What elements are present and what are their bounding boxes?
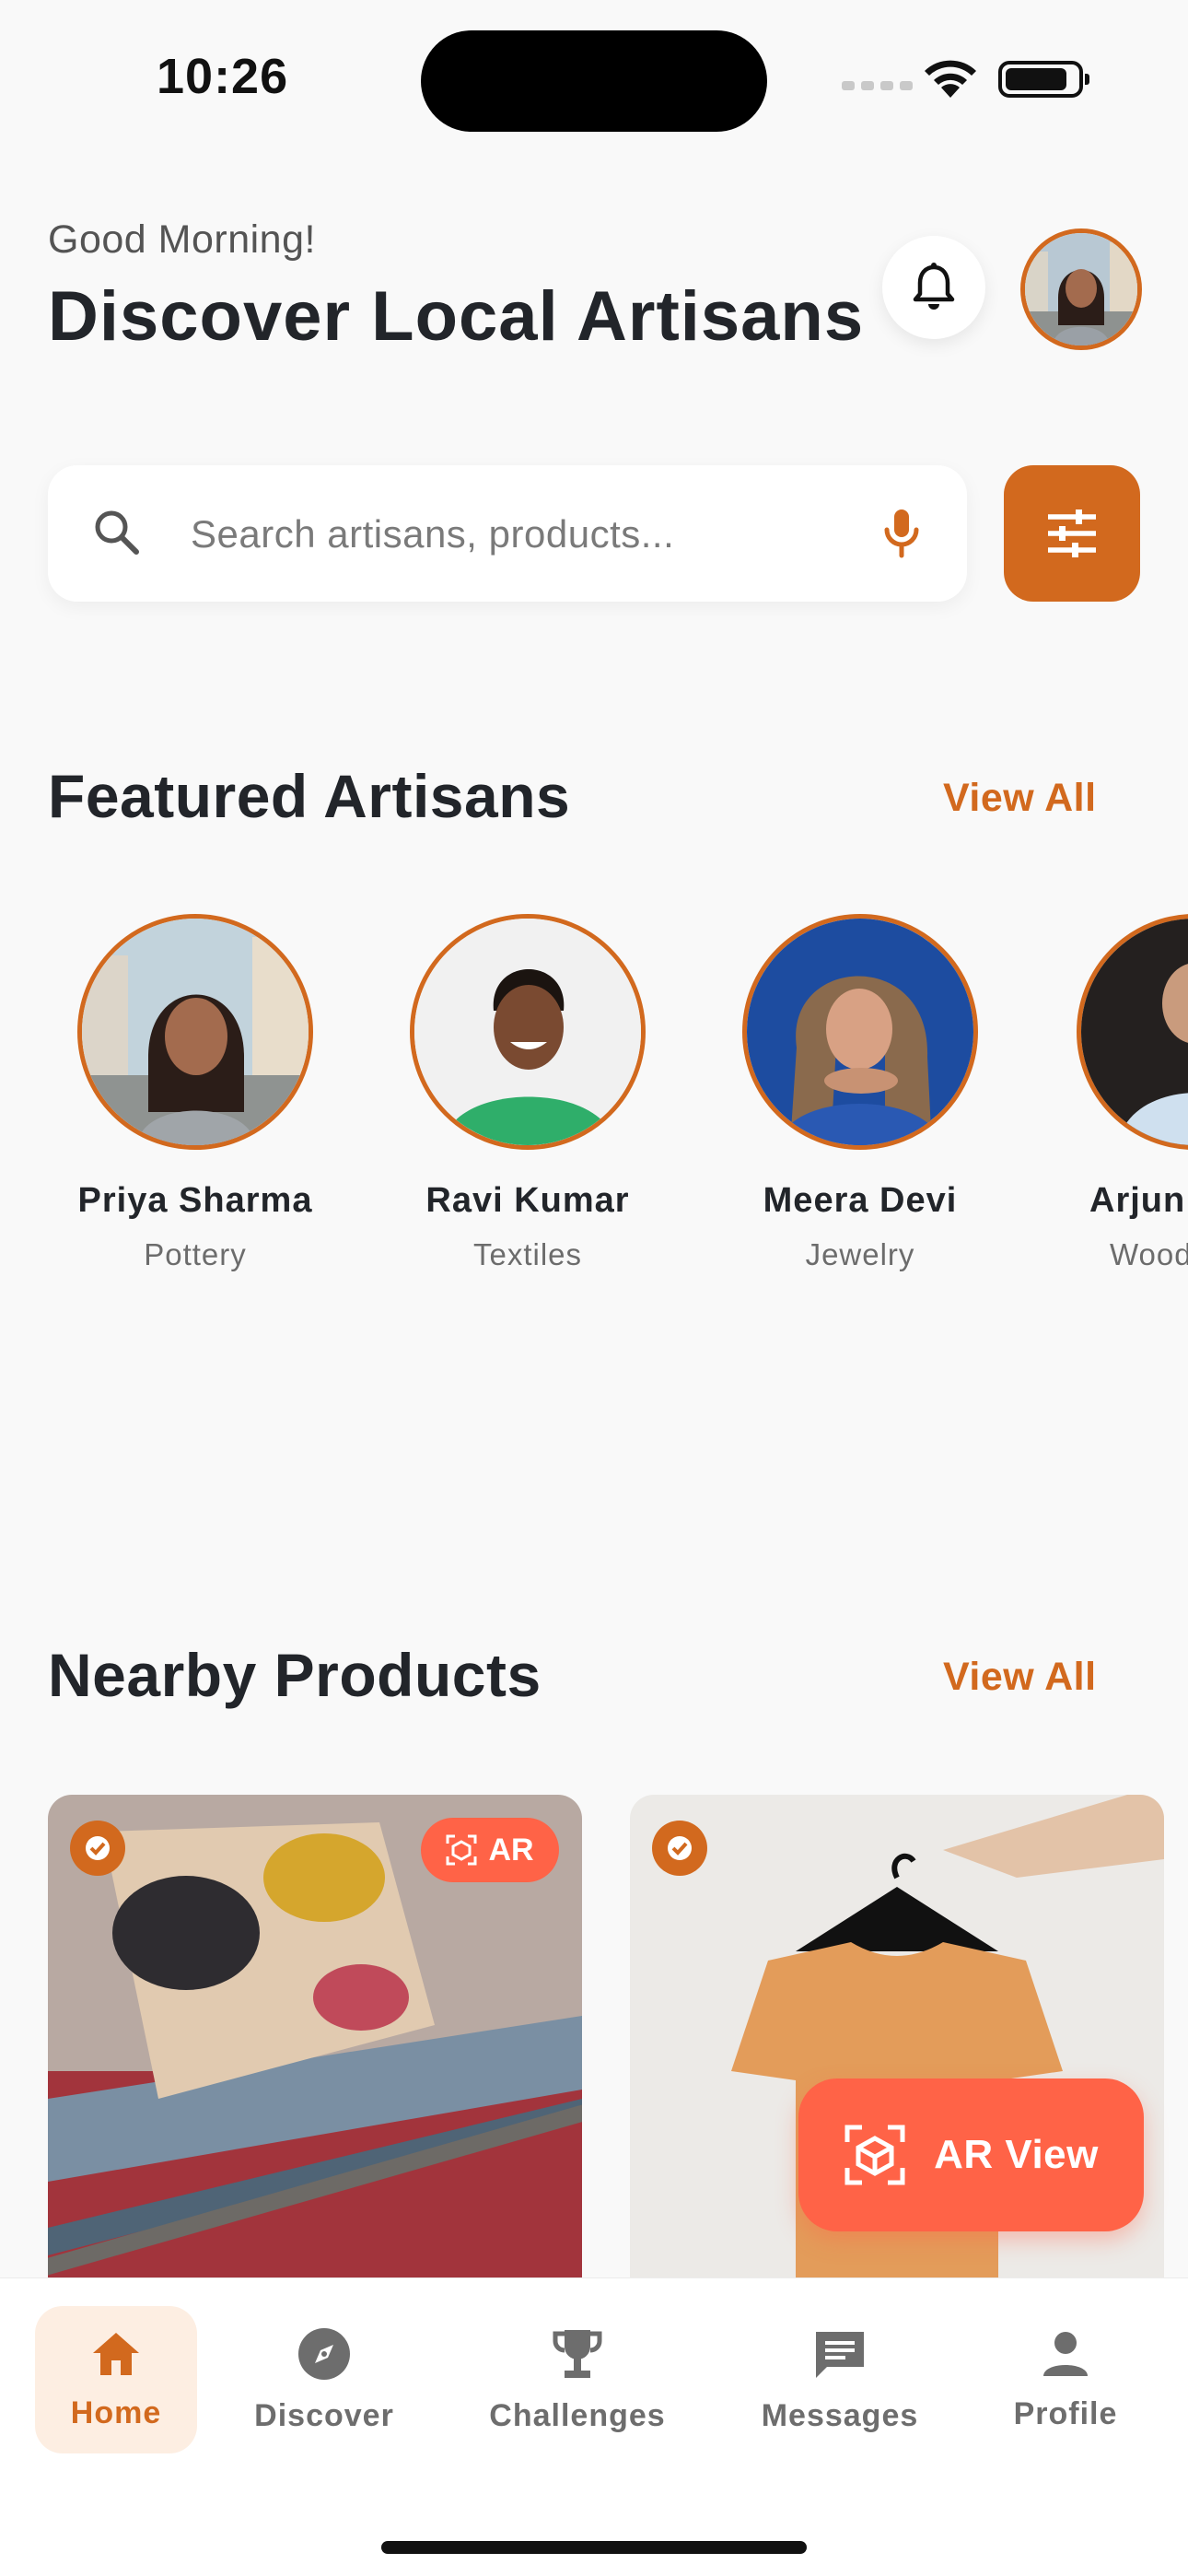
artisan-photo bbox=[77, 914, 313, 1150]
artisan-card[interactable]: Meera Devi Jewelry bbox=[722, 914, 998, 1272]
nav-label: Challenges bbox=[489, 2397, 666, 2433]
featured-view-all-link[interactable]: View All bbox=[943, 776, 1097, 821]
filter-button[interactable] bbox=[1004, 465, 1140, 602]
artisan-card[interactable]: Priya Sharma Pottery bbox=[57, 914, 333, 1272]
page-title: Discover Local Artisans bbox=[48, 277, 865, 356]
greeting-text: Good Morning! bbox=[48, 217, 316, 262]
compass-icon bbox=[298, 2327, 350, 2380]
artisan-craft: Jewelry bbox=[805, 1237, 915, 1271]
nav-discover[interactable]: Discover bbox=[241, 2306, 407, 2453]
nav-messages[interactable]: Messages bbox=[748, 2306, 932, 2453]
search-icon bbox=[95, 510, 139, 555]
cellular-signal-icon bbox=[842, 81, 913, 90]
nav-home[interactable]: Home bbox=[35, 2306, 197, 2453]
trophy-icon bbox=[553, 2329, 602, 2378]
message-icon bbox=[816, 2331, 864, 2378]
artisan-name: Arjun bbox=[1089, 1181, 1186, 1220]
nav-profile[interactable]: Profile bbox=[995, 2306, 1136, 2453]
ar-chip[interactable]: AR bbox=[421, 1818, 559, 1882]
ar-cube-icon bbox=[446, 1834, 477, 1866]
verified-badge-icon bbox=[70, 1821, 125, 1876]
avatar-photo bbox=[1025, 233, 1137, 345]
status-time: 10:26 bbox=[157, 49, 289, 104]
artisan-card[interactable]: Ravi Kumar Textiles bbox=[390, 914, 666, 1272]
nav-challenges[interactable]: Challenges bbox=[477, 2306, 678, 2453]
microphone-icon[interactable] bbox=[877, 506, 926, 561]
nearby-view-all-link[interactable]: View All bbox=[943, 1655, 1097, 1700]
artisan-craft: Wood bbox=[1110, 1237, 1188, 1271]
ar-cube-icon bbox=[844, 2125, 905, 2185]
home-indicator[interactable] bbox=[381, 2541, 807, 2554]
notifications-button[interactable] bbox=[882, 236, 985, 339]
verified-badge-icon bbox=[652, 1821, 707, 1876]
ar-view-button[interactable]: AR View bbox=[798, 2078, 1144, 2231]
artisan-craft: Textiles bbox=[472, 1237, 583, 1271]
artisan-name: Ravi Kumar bbox=[425, 1181, 630, 1220]
home-icon bbox=[93, 2332, 139, 2375]
ar-chip-label: AR bbox=[488, 1832, 534, 1868]
bottom-navigation: Home Discover Challenges Messages Profil… bbox=[0, 2277, 1188, 2576]
nav-label: Discover bbox=[254, 2397, 394, 2433]
artisan-name: Priya Sharma bbox=[77, 1181, 313, 1220]
nav-label: Profile bbox=[1013, 2395, 1118, 2431]
artisan-name: Meera Devi bbox=[763, 1181, 958, 1220]
search-bar[interactable] bbox=[48, 465, 967, 602]
sliders-icon bbox=[1048, 509, 1096, 557]
featured-artisans-title: Featured Artisans bbox=[48, 762, 571, 830]
person-icon bbox=[1043, 2331, 1088, 2376]
user-avatar[interactable] bbox=[1020, 228, 1142, 350]
dynamic-island bbox=[421, 30, 767, 132]
artisan-photo bbox=[742, 914, 978, 1150]
nav-label: Home bbox=[70, 2395, 162, 2430]
product-card[interactable]: AR bbox=[48, 1795, 582, 2283]
nearby-products-title: Nearby Products bbox=[48, 1641, 542, 1709]
artisan-craft: Pottery bbox=[144, 1237, 247, 1271]
wifi-icon bbox=[925, 60, 976, 98]
search-input[interactable] bbox=[191, 502, 872, 567]
ar-view-label: AR View bbox=[934, 2132, 1099, 2177]
battery-icon bbox=[998, 61, 1089, 98]
artisan-card[interactable]: Arjun Wood bbox=[1054, 914, 1188, 1272]
bell-icon bbox=[913, 263, 955, 310]
artisan-photo bbox=[410, 914, 646, 1150]
nav-label: Messages bbox=[761, 2397, 919, 2433]
artisan-photo bbox=[1077, 914, 1188, 1150]
